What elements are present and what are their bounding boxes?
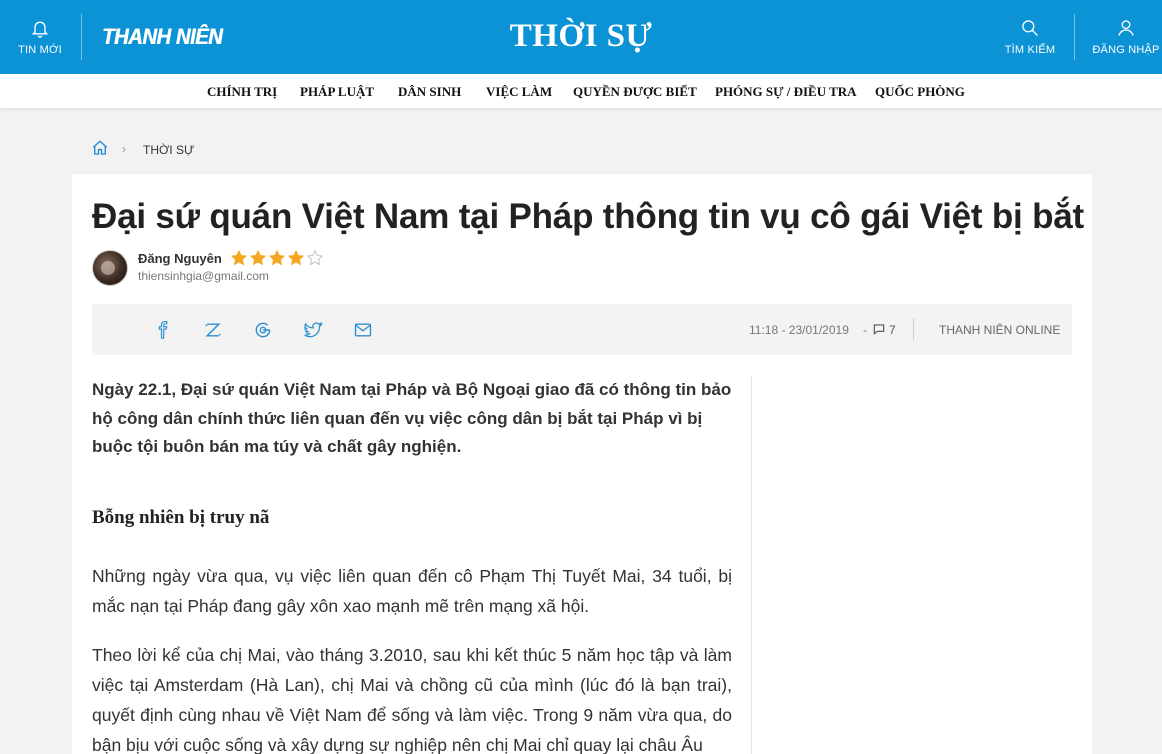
star-filled-icon <box>268 249 286 266</box>
news-button[interactable]: TIN MỚI <box>10 0 70 74</box>
news-label: TIN MỚI <box>18 44 62 56</box>
sidebar-divider <box>751 376 752 754</box>
subnav-item-viec-lam[interactable]: VIỆC LÀM <box>486 74 552 110</box>
subnav-item-quoc-phong[interactable]: QUỐC PHÒNG <box>875 74 965 110</box>
sub-navigation: CHÍNH TRỊ PHÁP LUẬT DÂN SINH VIỆC LÀM QU… <box>0 74 1162 109</box>
breadcrumb-category[interactable]: THỜI SỰ <box>143 143 194 157</box>
article-subheading: Bỗng nhiên bị truy nã <box>92 507 270 528</box>
star-filled-icon <box>249 249 267 266</box>
article-source: THANH NIÊN ONLINE <box>939 323 1061 337</box>
search-button[interactable]: TÌM KIẾM <box>998 0 1062 74</box>
top-header: TIN MỚI THANH NIÊN THỜI SỰ TÌM KIẾM ĐĂNG… <box>0 0 1162 74</box>
home-icon[interactable] <box>91 139 109 157</box>
twitter-icon[interactable] <box>303 320 323 340</box>
meta-dash: - <box>863 323 867 337</box>
header-divider <box>1074 14 1075 60</box>
subnav-item-quyen-duoc-biet[interactable]: QUYỀN ĐƯỢC BIẾT <box>573 74 697 110</box>
author-name[interactable]: Đăng Nguyên <box>138 251 222 266</box>
article-paragraph: Theo lời kể của chị Mai, vào tháng 3.201… <box>92 645 732 754</box>
header-divider <box>81 14 82 60</box>
meta-divider <box>913 318 914 340</box>
subnav-item-dan-sinh[interactable]: DÂN SINH <box>398 74 461 110</box>
article-paragraph: Những ngày vừa qua, vụ việc liên quan đế… <box>92 566 732 616</box>
comment-count[interactable]: 7 <box>889 323 896 337</box>
mail-icon[interactable] <box>353 320 373 340</box>
subnav-item-phap-luat[interactable]: PHÁP LUẬT <box>300 74 374 110</box>
search-icon <box>1022 20 1038 36</box>
search-label: TÌM KIẾM <box>1004 44 1056 56</box>
login-button[interactable]: ĐĂNG NHẬP <box>1088 0 1162 74</box>
facebook-icon[interactable] <box>154 320 174 340</box>
author-avatar[interactable] <box>92 250 128 286</box>
star-filled-icon <box>287 249 305 266</box>
bell-icon <box>31 21 49 38</box>
subnav-item-phong-su-dieu-tra[interactable]: PHÓNG SỰ / ĐIỀU TRA <box>715 74 857 110</box>
star-filled-icon <box>230 249 248 266</box>
site-logo[interactable]: THANH NIÊN <box>102 24 223 50</box>
login-label: ĐĂNG NHẬP <box>1092 44 1160 56</box>
comment-icon[interactable] <box>872 322 886 336</box>
google-plus-icon[interactable] <box>253 320 273 340</box>
article-sapo: Ngày 22.1, Đại sứ quán Việt Nam tại Pháp… <box>92 380 732 456</box>
publish-time: 11:18 - 23/01/2019 <box>749 323 849 337</box>
subnav-item-chinh-tri[interactable]: CHÍNH TRỊ <box>207 74 277 110</box>
user-icon <box>1118 20 1134 36</box>
zalo-icon[interactable] <box>203 320 223 340</box>
article-title: Đại sứ quán Việt Nam tại Pháp thông tin … <box>92 197 1084 236</box>
share-bar <box>92 304 1072 355</box>
author-email: thiensinhgia@gmail.com <box>138 269 269 283</box>
chevron-right-icon: › <box>122 142 126 156</box>
author-rating <box>230 249 324 267</box>
star-empty-icon <box>306 249 324 266</box>
